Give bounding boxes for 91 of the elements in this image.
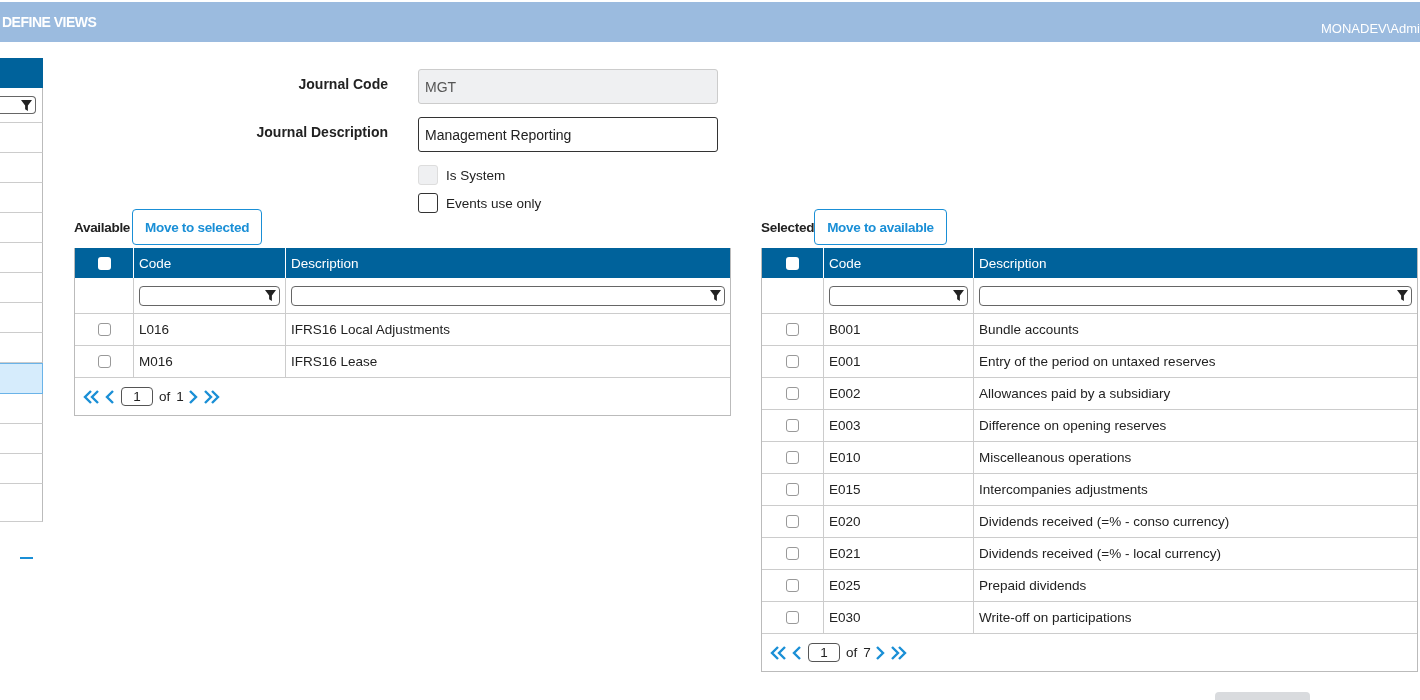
row-checkbox[interactable]	[97, 323, 111, 336]
table-cell: Prepaid dividends	[979, 578, 1087, 593]
list-row[interactable]	[0, 243, 43, 273]
table-cell: Dividends received (=% - local currency)	[979, 546, 1221, 561]
row-checkbox[interactable]	[786, 387, 799, 400]
row-checkbox[interactable]	[786, 515, 799, 528]
list-row[interactable]	[0, 363, 43, 394]
text-field[interactable]: Management Reporting	[418, 117, 718, 152]
filter-icon[interactable]	[21, 99, 32, 111]
field-label: Journal Description	[255, 123, 388, 140]
row-checkbox[interactable]	[786, 483, 799, 496]
filter-field[interactable]	[829, 285, 968, 306]
filter-field[interactable]	[291, 285, 725, 306]
select-all-checkbox[interactable]	[786, 256, 799, 270]
table-cell: E015	[829, 482, 861, 497]
table-cell: IFRS16 Local Adjustments	[291, 322, 451, 337]
column-header	[0, 58, 43, 88]
row-checkbox[interactable]	[786, 323, 799, 336]
table-cell: M016	[139, 354, 173, 369]
move-button[interactable]: Move to available	[814, 209, 947, 245]
table-cell: Bundle accounts	[979, 322, 1079, 337]
page-field[interactable]: 1	[808, 643, 840, 662]
table-cell: B001	[829, 322, 861, 337]
filter-icon[interactable]	[1397, 290, 1408, 301]
filter-icon[interactable]	[710, 290, 721, 301]
table-cell: Difference on opening reserves	[979, 418, 1167, 433]
field-label: Journal Code	[297, 75, 388, 92]
row-checkbox[interactable]	[97, 355, 111, 368]
table-cell: E025	[829, 578, 861, 593]
page-total: 1	[176, 389, 184, 404]
next-page-icon[interactable]	[187, 389, 198, 404]
row-checkbox[interactable]	[786, 355, 799, 368]
row-checkbox[interactable]	[786, 579, 799, 592]
previous-page-icon[interactable]	[792, 645, 802, 660]
filter-field[interactable]	[139, 285, 280, 306]
list-label: Selected	[761, 219, 815, 235]
column-header[interactable]: Description	[979, 255, 1047, 271]
list-row[interactable]	[0, 454, 43, 484]
user-name: MONADEV\Admi	[1321, 20, 1420, 36]
list-row[interactable]	[0, 484, 43, 522]
table-cell: E002	[829, 386, 861, 401]
table-cell: Allowances paid by a subsidiary	[979, 386, 1171, 401]
table-cell: E020	[829, 514, 861, 529]
table-cell: IFRS16 Lease	[291, 354, 378, 369]
table-cell: Entry of the period on untaxed reserves	[979, 354, 1216, 369]
column-header[interactable]: Code	[829, 255, 862, 271]
filter-icon[interactable]	[265, 290, 276, 301]
table-cell: E021	[829, 546, 861, 561]
table-cell: Dividends received (=% - conso currency)	[979, 514, 1230, 529]
page-title: DEFINE VIEWS	[1, 14, 97, 30]
table-cell: E003	[829, 418, 861, 433]
checkbox[interactable]	[418, 193, 438, 213]
previous-page-icon[interactable]	[105, 389, 115, 404]
last-page-icon[interactable]	[201, 389, 220, 404]
page-field[interactable]: 1	[121, 387, 153, 406]
row-checkbox[interactable]	[786, 611, 799, 624]
list-row[interactable]	[0, 273, 43, 303]
checkbox-label: Is System	[446, 167, 506, 183]
list-label: Available	[74, 219, 131, 235]
row-checkbox[interactable]	[786, 547, 799, 560]
column-header[interactable]: Description	[291, 255, 359, 271]
table-cell: L016	[139, 322, 170, 337]
list-row[interactable]	[0, 153, 43, 183]
table-cell: E010	[829, 450, 861, 465]
column-header[interactable]: Code	[139, 255, 172, 271]
select-all-checkbox[interactable]	[97, 256, 111, 270]
table-cell: E030	[829, 610, 861, 625]
filter-field[interactable]	[979, 285, 1412, 306]
table-cell: Intercompanies adjustments	[979, 482, 1148, 497]
list-row[interactable]	[0, 394, 43, 424]
filter-icon[interactable]	[953, 290, 964, 301]
first-page-icon[interactable]	[83, 389, 101, 404]
page-of-label: of	[159, 389, 171, 404]
next-page-icon[interactable]	[874, 645, 885, 660]
first-page-icon[interactable]	[770, 645, 788, 660]
move-button[interactable]: Move to selected	[132, 209, 263, 245]
checkbox-label: Events use only	[446, 195, 542, 211]
list-row[interactable]	[0, 213, 43, 243]
last-page-icon[interactable]	[888, 645, 907, 660]
table-cell: E001	[829, 354, 861, 369]
page-total: 7	[863, 645, 871, 660]
row-checkbox[interactable]	[786, 451, 799, 464]
list-row[interactable]	[0, 303, 43, 333]
table-cell: Miscelleanous operations	[979, 450, 1132, 465]
list-row[interactable]	[0, 123, 43, 153]
page-of-label: of	[846, 645, 858, 660]
list-row[interactable]	[0, 183, 43, 213]
table-cell: Write-off on participations	[979, 610, 1132, 625]
filter-field[interactable]	[0, 96, 36, 114]
row-checkbox[interactable]	[786, 419, 799, 432]
list-row[interactable]	[0, 424, 43, 454]
